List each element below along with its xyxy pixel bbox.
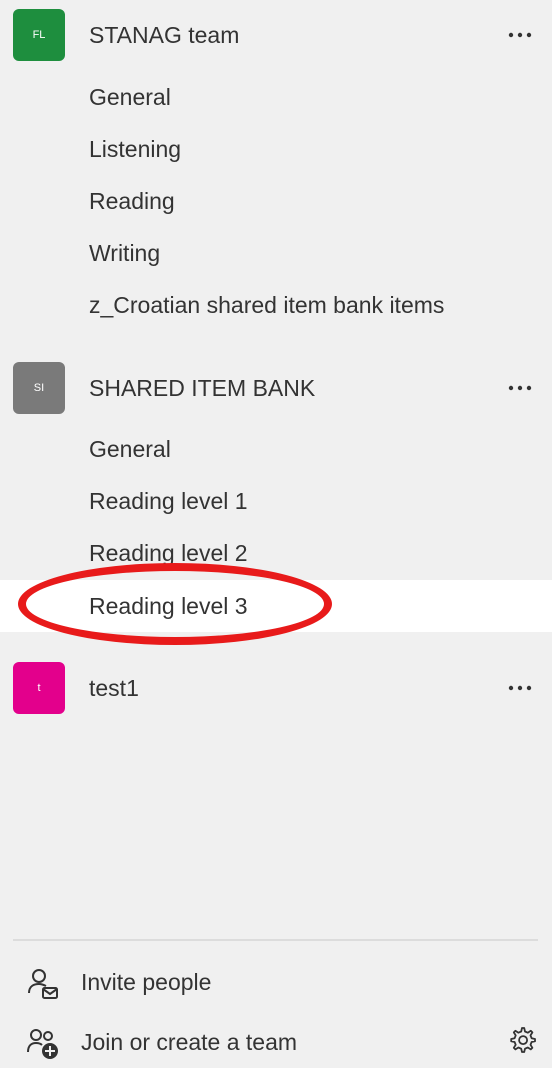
team-shared-item-bank[interactable]: SI SHARED ITEM BANK <box>0 362 552 414</box>
more-options-icon[interactable] <box>500 15 540 55</box>
channel-label: Listening <box>89 136 182 162</box>
ellipsis-icon <box>508 385 532 391</box>
divider <box>13 939 538 941</box>
settings-button[interactable] <box>502 1020 542 1060</box>
channel-label: General <box>89 436 171 462</box>
channel-label: Reading level 1 <box>89 488 248 514</box>
channel-writing[interactable]: Writing <box>0 227 552 279</box>
channel-label: Writing <box>89 240 161 266</box>
team-avatar: SI <box>13 362 65 414</box>
join-team-icon <box>27 1029 58 1059</box>
team-name: test1 <box>89 675 139 701</box>
team-name: STANAG team <box>89 22 240 48</box>
channel-label: Reading level 3 <box>89 593 248 619</box>
channel-label: Reading <box>89 188 175 214</box>
team-avatar: FL <box>13 9 65 61</box>
channel-label: General <box>89 84 171 110</box>
team-name: SHARED ITEM BANK <box>89 375 316 401</box>
more-options-icon[interactable] <box>500 368 540 408</box>
more-options-icon[interactable] <box>500 668 540 708</box>
gear-icon <box>510 1027 536 1053</box>
join-or-create-team-button[interactable]: Join or create a team <box>0 1016 552 1068</box>
team-test1[interactable]: t test1 <box>0 662 552 714</box>
invite-people-label: Invite people <box>81 969 212 995</box>
channel-label: z_Croatian shared item bank items <box>89 292 445 318</box>
channel-reading-level-1[interactable]: Reading level 1 <box>0 475 552 527</box>
ellipsis-icon <box>508 32 532 38</box>
channel-general-2[interactable]: General <box>0 423 552 475</box>
channel-listening[interactable]: Listening <box>0 123 552 175</box>
invite-people-icon <box>28 969 58 999</box>
ellipsis-icon <box>508 685 532 691</box>
channel-label: Reading level 2 <box>89 540 248 566</box>
channel-z-croatian[interactable]: z_Croatian shared item bank items <box>0 279 552 331</box>
invite-people-button[interactable]: Invite people <box>0 956 552 1008</box>
channel-general[interactable]: General <box>0 71 552 123</box>
team-avatar: t <box>13 662 65 714</box>
team-stanag[interactable]: FL STANAG team <box>0 9 552 61</box>
channel-reading-level-2[interactable]: Reading level 2 <box>0 527 552 579</box>
channel-reading[interactable]: Reading <box>0 175 552 227</box>
join-team-label: Join or create a team <box>81 1029 298 1055</box>
channel-reading-level-3[interactable]: Reading level 3 <box>0 580 552 632</box>
